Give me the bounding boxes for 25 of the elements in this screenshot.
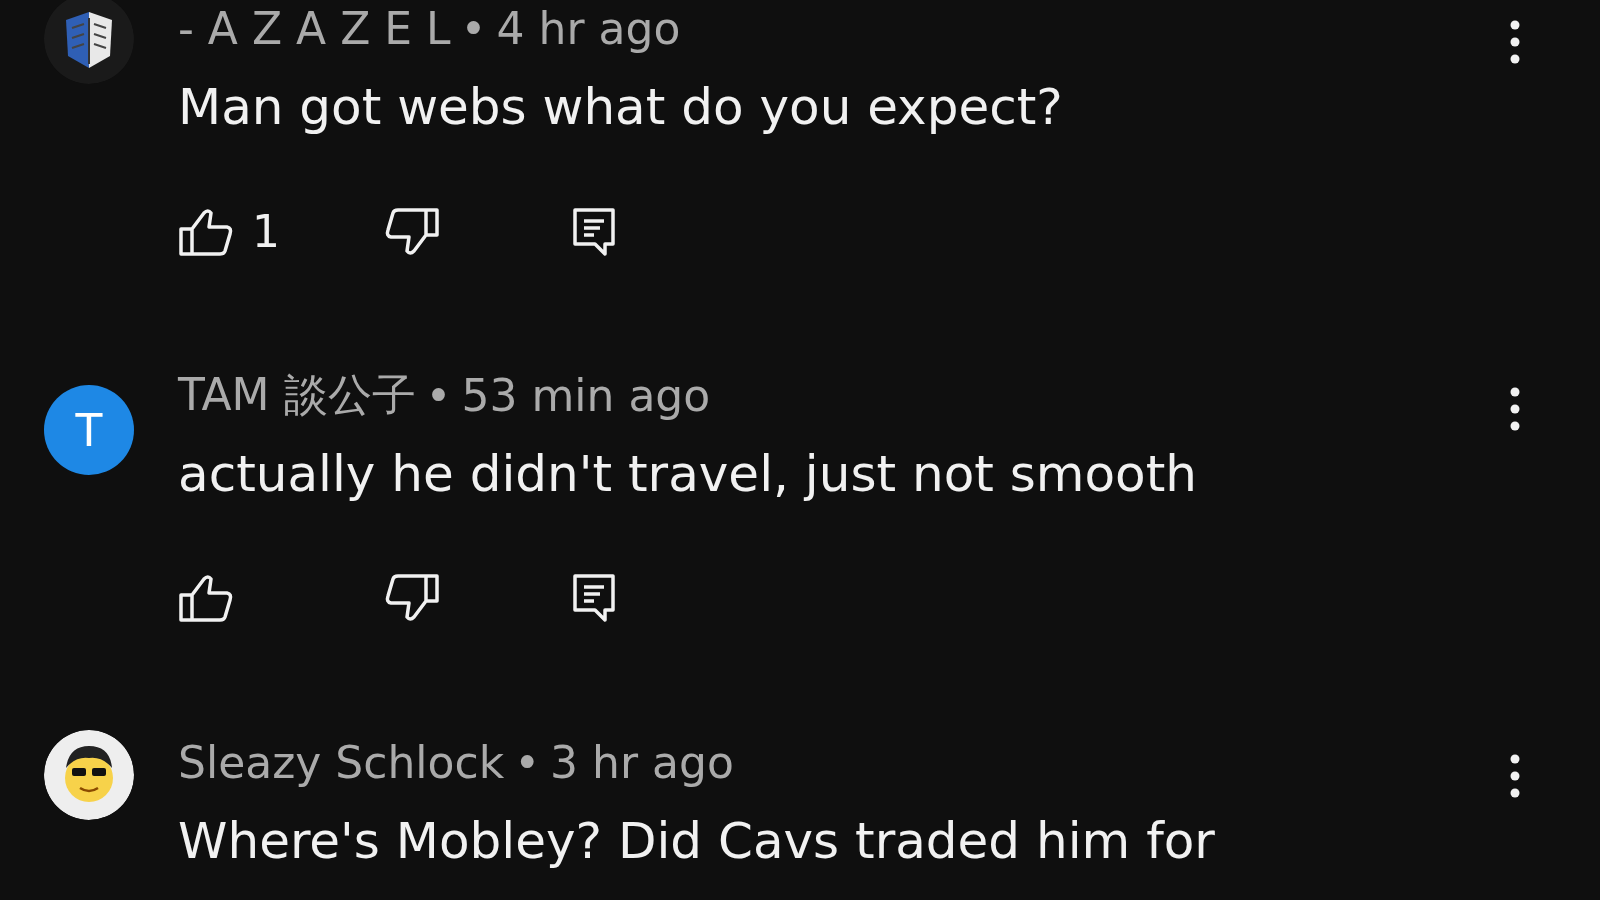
thumbs-up-icon[interactable] [178, 573, 234, 623]
wing-emblem-avatar-icon[interactable] [44, 0, 134, 84]
comment-text: Where's Mobley? Did Cavs traded him for [178, 812, 1216, 870]
more-menu-icon[interactable] [1510, 387, 1520, 431]
more-menu-icon[interactable] [1510, 20, 1520, 64]
cartoon-face-avatar-icon[interactable] [44, 730, 134, 820]
comment-author[interactable]: Sleazy Schlock [178, 736, 505, 788]
comment-time: 53 min ago [461, 369, 711, 421]
reply-icon[interactable] [572, 573, 616, 623]
thumbs-up-icon[interactable] [178, 206, 234, 257]
thumbs-down-icon[interactable] [384, 573, 440, 623]
separator-dot: • [514, 736, 541, 788]
reply-icon[interactable] [572, 206, 616, 257]
separator-dot: • [425, 369, 452, 421]
separator-dot: • [460, 2, 487, 54]
comment-author[interactable]: - A Z A Z E L [178, 2, 451, 54]
comment-time: 4 hr ago [496, 2, 681, 54]
more-menu-icon[interactable] [1510, 754, 1520, 798]
comment-text: Man got webs what do you expect? [178, 78, 1064, 136]
comment-text: actually he didn't travel, just not smooth [178, 445, 1198, 503]
comment-time: 3 hr ago [550, 736, 734, 788]
thumbs-down-icon[interactable] [384, 206, 440, 257]
avatar-letter[interactable]: T [44, 385, 134, 475]
like-count: 1 [252, 206, 280, 257]
comment-author[interactable]: TAM 談公子 [178, 365, 416, 425]
